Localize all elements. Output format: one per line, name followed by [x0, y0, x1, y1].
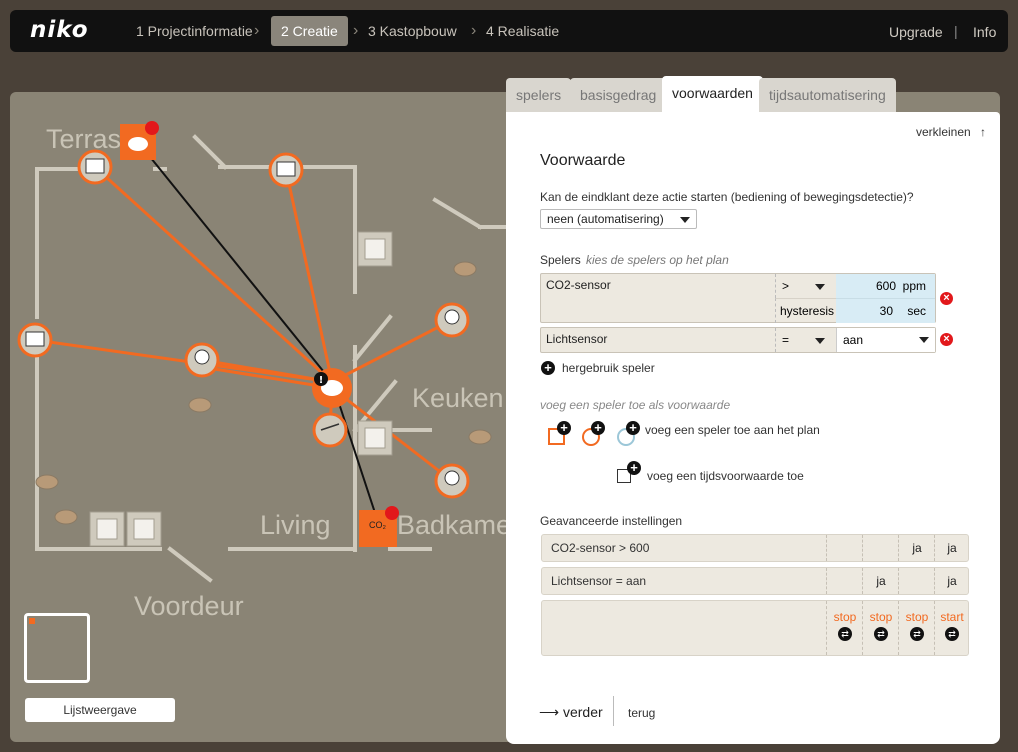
hysteresis-value: 30 — [879, 304, 893, 318]
advanced-cell[interactable]: ja — [898, 535, 935, 561]
hysteresis-label: hysteresis — [775, 298, 840, 323]
advanced-cell[interactable]: ja — [934, 568, 969, 594]
start-mode-select[interactable]: neen (automatisering) — [540, 209, 697, 229]
advanced-cell[interactable] — [826, 568, 863, 594]
step-creatie[interactable]: 2 Creatie — [271, 16, 348, 46]
plus-icon[interactable]: + — [541, 361, 555, 375]
minimap-viewport — [29, 618, 35, 624]
action-label: stop — [905, 610, 929, 624]
player-row: CO2-sensor > 600 ppm hysteresis 30 sec — [540, 273, 936, 323]
divider: | — [954, 23, 958, 39]
tab-tijdsautomatisering[interactable]: tijdsautomatisering — [759, 78, 896, 112]
operator-value: = — [782, 333, 790, 347]
plus-icon: + — [627, 461, 641, 475]
shrink-label: verkleinen — [916, 125, 971, 139]
step-projectinformatie[interactable]: 1 Projectinformatie — [126, 16, 263, 46]
panel-title: Voorwaarde — [540, 152, 626, 169]
room-label: Living — [260, 510, 331, 540]
advanced-row-label: Lichtsensor = aan — [551, 574, 647, 588]
next-button[interactable]: ⟶ verder — [539, 704, 603, 721]
advanced-cell[interactable]: ja — [934, 535, 969, 561]
arrow-right-icon: ⟶ — [539, 704, 560, 720]
swap-icon[interactable]: ⇄ — [838, 627, 852, 641]
back-button[interactable]: terug — [628, 706, 655, 720]
shrink-link[interactable]: verkleinen ↑ — [916, 125, 986, 139]
reuse-player-link[interactable]: hergebruik speler — [562, 361, 655, 375]
arrow-up-icon: ↑ — [980, 125, 987, 139]
add-player-hint: voeg een speler toe als voorwaarde — [540, 398, 731, 412]
remove-player-button[interactable]: × — [940, 292, 953, 305]
advanced-cell[interactable] — [862, 535, 899, 561]
players-hint: kies de spelers op het plan — [586, 253, 729, 267]
room-label: Terras — [46, 124, 122, 154]
player-name: CO2-sensor — [546, 278, 611, 292]
remove-player-button[interactable]: × — [940, 333, 953, 346]
upgrade-link[interactable]: Upgrade — [889, 24, 943, 40]
operator-select[interactable]: = — [775, 328, 842, 352]
chevron-right-icon: › — [254, 22, 260, 39]
step-realisatie[interactable]: 4 Realisatie — [476, 16, 569, 46]
chevron-down-icon — [815, 283, 826, 290]
advanced-row-label: CO2-sensor > 600 — [551, 541, 650, 555]
chevron-down-icon — [679, 216, 690, 223]
list-view-button[interactable]: Lijstweergave — [25, 698, 175, 722]
co2-sensor-icon[interactable] — [359, 510, 397, 547]
tab-spelers[interactable]: spelers — [506, 78, 572, 112]
plus-icon: + — [557, 421, 571, 435]
advanced-row: CO2-sensor > 600 ja ja — [541, 534, 969, 562]
room-label: Badkamer — [397, 510, 521, 540]
threshold-value: 600 — [875, 279, 896, 293]
step-kastopbouw[interactable]: 3 Kastopbouw — [358, 16, 467, 46]
operator-select[interactable]: > — [775, 274, 842, 298]
swap-icon[interactable]: ⇄ — [945, 627, 959, 641]
state-value: aan — [843, 333, 864, 347]
advanced-row: Lichtsensor = aan ja ja — [541, 567, 969, 595]
state-select[interactable]: aan — [836, 328, 935, 352]
operator-value: > — [782, 279, 790, 293]
start-mode-value: neen (automatisering) — [547, 212, 664, 226]
plus-icon: + — [591, 421, 605, 435]
swap-icon[interactable]: ⇄ — [874, 627, 888, 641]
players-label: Spelers — [540, 253, 581, 267]
plus-icon: + — [626, 421, 640, 435]
advanced-actions-row: stop ⇄ stop ⇄ stop ⇄ start ⇄ — [541, 600, 969, 656]
next-label: verder — [562, 704, 603, 720]
motion-detector-icon[interactable] — [120, 124, 156, 160]
chevron-down-icon — [919, 337, 929, 343]
player-row: Lichtsensor = aan — [540, 327, 936, 353]
swap-icon[interactable]: ⇄ — [910, 627, 924, 641]
chevron-down-icon — [815, 337, 826, 344]
room-label: Keuken — [412, 383, 504, 413]
conditions-panel: verkleinen ↑ Voorwaarde Kan de eindklant… — [506, 112, 1000, 744]
add-player-to-plan-link[interactable]: voeg een speler toe aan het plan — [645, 423, 820, 437]
player-name: Lichtsensor — [546, 332, 608, 346]
hysteresis-unit: sec — [907, 304, 926, 318]
question-label: Kan de eindklant deze actie starten (bed… — [540, 190, 914, 204]
action-cell[interactable]: start ⇄ — [934, 601, 969, 655]
action-label: start — [940, 610, 964, 624]
action-label: stop — [833, 610, 857, 624]
action-cell[interactable]: stop ⇄ — [898, 601, 935, 655]
advanced-settings-title: Geavanceerde instellingen — [540, 514, 683, 528]
value-input[interactable]: 600 ppm — [836, 274, 935, 298]
action-cell[interactable]: stop ⇄ — [826, 601, 863, 655]
info-link[interactable]: Info — [973, 24, 996, 40]
svg-text:!: ! — [319, 375, 324, 386]
add-time-condition-link[interactable]: voeg een tijdsvoorwaarde toe — [647, 469, 804, 483]
threshold-unit: ppm — [902, 279, 926, 293]
niko-logo: niko — [30, 17, 89, 43]
advanced-cell[interactable] — [826, 535, 863, 561]
divider — [613, 696, 614, 726]
advanced-cell[interactable] — [898, 568, 935, 594]
action-label: stop — [869, 610, 893, 624]
top-bar: niko 1 Projectinformatie › 2 Creatie › 3… — [10, 10, 1008, 52]
advanced-cell[interactable]: ja — [862, 568, 899, 594]
action-cell[interactable]: stop ⇄ — [862, 601, 899, 655]
tab-basisgedrag[interactable]: basisgedrag — [570, 78, 667, 112]
hysteresis-input[interactable]: 30 sec — [836, 298, 935, 323]
tab-voorwaarden[interactable]: voorwaarden — [662, 76, 763, 114]
room-label: Voordeur — [134, 591, 244, 621]
minimap[interactable] — [24, 613, 90, 683]
